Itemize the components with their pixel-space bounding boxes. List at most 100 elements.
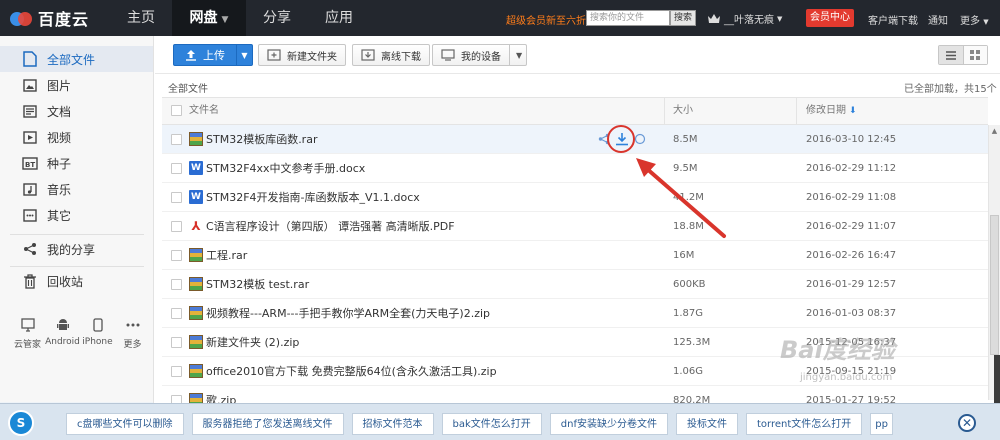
offline-download-label: 离线下载 bbox=[381, 51, 421, 63]
table-row[interactable]: 工程.rar 16M 2016-02-26 16:47 bbox=[162, 241, 988, 270]
upload-main[interactable]: 上传 bbox=[174, 47, 236, 63]
file-date: 2016-02-26 16:47 bbox=[806, 250, 897, 261]
sidebar-item-images[interactable]: 图片 bbox=[0, 72, 153, 98]
notify-link[interactable]: 通知 bbox=[928, 12, 948, 27]
suggestion-item[interactable]: 投标文件 bbox=[676, 413, 738, 435]
file-name[interactable]: 视频教程---ARM---手把手教你学ARM全套(力天电子)2.zip bbox=[206, 299, 490, 328]
sidebar-divider bbox=[10, 266, 144, 267]
suggestion-item[interactable]: bak文件怎么打开 bbox=[441, 413, 542, 435]
sidebar-item-torrents[interactable]: BT 种子 bbox=[0, 150, 153, 176]
caret-down-icon: ▼ bbox=[777, 14, 783, 23]
search-input[interactable]: 搜索你的文件 bbox=[586, 10, 670, 26]
new-folder-button[interactable]: 新建文件夹 bbox=[258, 44, 346, 66]
breadcrumb[interactable]: 全部文件 bbox=[168, 80, 208, 95]
suggestion-item[interactable]: c盘哪些文件可以删除 bbox=[66, 413, 184, 435]
file-icon bbox=[22, 51, 38, 67]
file-size: 1.06G bbox=[673, 366, 704, 377]
file-name[interactable]: STM32模板 test.rar bbox=[206, 270, 309, 299]
file-name[interactable]: C语言程序设计（第四版） 谭浩强著 高清晰版.PDF bbox=[206, 212, 455, 241]
client-download-link[interactable]: 客户端下载 bbox=[868, 12, 918, 27]
sidebar-item-label: 全部文件 bbox=[47, 52, 96, 67]
row-checkbox[interactable] bbox=[171, 279, 182, 290]
close-icon[interactable]: ✕ bbox=[958, 414, 976, 432]
device-iphone[interactable]: iPhone bbox=[80, 316, 115, 350]
device-cloud-manager[interactable]: 云管家 bbox=[10, 316, 45, 350]
nav-netdisk[interactable]: 网盘 ▼ bbox=[172, 0, 246, 36]
vip-center-button[interactable]: 会员中心 bbox=[806, 9, 854, 27]
column-divider[interactable] bbox=[796, 98, 797, 124]
suggestion-item[interactable]: torrent文件怎么打开 bbox=[746, 413, 863, 435]
scroll-thumb[interactable] bbox=[990, 215, 999, 355]
sidebar-item-all-files[interactable]: 全部文件 bbox=[0, 46, 153, 72]
file-name[interactable]: office2010官方下载 免费完整版64位(含永久激活工具).zip bbox=[206, 357, 497, 386]
row-checkbox[interactable] bbox=[171, 163, 182, 174]
sidebar-item-label: 音乐 bbox=[47, 182, 72, 197]
table-row[interactable]: STM32模板库函数.rar 8.5M 2016-03-10 12:45 bbox=[162, 125, 988, 154]
sidebar-item-label: 图片 bbox=[47, 78, 72, 93]
sidebar-item-videos[interactable]: 视频 bbox=[0, 124, 153, 150]
grid-view-icon[interactable] bbox=[962, 46, 987, 64]
row-checkbox[interactable] bbox=[171, 366, 182, 377]
table-row[interactable]: 视频教程---ARM---手把手教你学ARM全套(力天电子)2.zip 1.87G… bbox=[162, 299, 988, 328]
sidebar-item-music[interactable]: 音乐 bbox=[0, 176, 153, 202]
column-divider[interactable] bbox=[664, 98, 665, 124]
row-checkbox[interactable] bbox=[171, 192, 182, 203]
more-dots-icon bbox=[115, 316, 150, 334]
sidebar-item-trash[interactable]: 回收站 bbox=[0, 268, 153, 294]
row-checkbox[interactable] bbox=[171, 134, 182, 145]
sidebar-item-documents[interactable]: 文档 bbox=[0, 98, 153, 124]
sidebar-item-other[interactable]: 其它 bbox=[0, 202, 153, 228]
table-row[interactable]: W STM32F4开发指南-库函数版本_V1.1.docx 41.2M 2016-02… bbox=[162, 183, 988, 212]
file-date: 2016-02-29 11:12 bbox=[806, 163, 897, 174]
main-nav: 主页 网盘 ▼ 分享 应用 bbox=[110, 0, 370, 36]
device-label: 云管家 bbox=[13, 340, 41, 350]
device-more[interactable]: 更多 bbox=[115, 316, 150, 350]
file-name[interactable]: STM32F4开发指南-库函数版本_V1.1.docx bbox=[206, 183, 420, 212]
device-android[interactable]: Android bbox=[45, 316, 80, 350]
user-menu[interactable]: __叶落无痕 ▼ bbox=[708, 11, 782, 26]
nav-apps[interactable]: 应用 bbox=[308, 0, 370, 36]
file-name[interactable]: 工程.rar bbox=[206, 241, 247, 270]
baidu-cloud-logo[interactable]: 百度云 bbox=[8, 6, 89, 30]
suggestion-item[interactable]: 招标文件范本 bbox=[351, 413, 434, 435]
row-checkbox[interactable] bbox=[171, 308, 182, 319]
suggestion-item[interactable]: 服务器拒绝了您发送离线文件 bbox=[191, 413, 344, 435]
upload-button[interactable]: 上传 ▼ bbox=[173, 44, 253, 66]
row-checkbox[interactable] bbox=[171, 221, 182, 232]
sogou-logo-icon[interactable] bbox=[8, 410, 34, 436]
caret-down-icon[interactable]: ▼ bbox=[509, 45, 522, 65]
table-row[interactable]: STM32模板 test.rar 600KB 2016-01-29 12:57 bbox=[162, 270, 988, 299]
my-devices-label: 我的设备 bbox=[461, 51, 501, 63]
search-button[interactable]: 搜索 bbox=[670, 10, 696, 26]
sidebar-item-label: 回收站 bbox=[47, 274, 84, 289]
file-name[interactable]: STM32模板库函数.rar bbox=[206, 125, 317, 154]
my-devices-button[interactable]: 我的设备 ▼ bbox=[432, 44, 528, 66]
logo-text: 百度云 bbox=[38, 10, 90, 29]
vip-promo-link[interactable]: 超级会员新至六折 bbox=[506, 12, 586, 27]
suggestion-item[interactable]: dnf安装缺少分卷文件 bbox=[549, 413, 668, 435]
header-date[interactable]: 修改日期 ⬇ bbox=[806, 98, 857, 124]
file-name[interactable]: 新建文件夹 (2).zip bbox=[206, 328, 299, 357]
sidebar-item-label: 文档 bbox=[47, 104, 72, 119]
file-name[interactable]: STM32F4xx中文参考手册.docx bbox=[206, 154, 365, 183]
suggestion-item[interactable]: pp bbox=[870, 413, 893, 435]
table-row[interactable]: W STM32F4xx中文参考手册.docx 9.5M 2016-02-29 11:1… bbox=[162, 154, 988, 183]
file-size: 1.87G bbox=[673, 308, 704, 319]
table-row[interactable]: ⅄ C语言程序设计（第四版） 谭浩强著 高清晰版.PDF 18.8M 2016-02-… bbox=[162, 212, 988, 241]
device-icon bbox=[441, 49, 455, 61]
row-checkbox[interactable] bbox=[171, 250, 182, 261]
sidebar-item-my-share[interactable]: 我的分享 bbox=[0, 236, 153, 262]
list-view-icon[interactable] bbox=[939, 46, 963, 64]
nav-home[interactable]: 主页 bbox=[110, 0, 172, 36]
more-menu[interactable]: 更多 ▼ bbox=[960, 12, 989, 27]
select-all-checkbox[interactable] bbox=[171, 105, 182, 116]
nav-netdisk-label: 网盘 bbox=[189, 10, 218, 26]
more-options-icon[interactable] bbox=[634, 133, 646, 148]
nav-share[interactable]: 分享 bbox=[246, 0, 308, 36]
upload-dropdown[interactable]: ▼ bbox=[236, 45, 252, 65]
header-filename[interactable]: 文件名 bbox=[189, 98, 219, 124]
row-checkbox[interactable] bbox=[171, 337, 182, 348]
header-size[interactable]: 大小 bbox=[673, 98, 693, 124]
offline-download-button[interactable]: 离线下载 bbox=[352, 44, 430, 66]
scroll-up-icon[interactable]: ▲ bbox=[989, 125, 1000, 137]
